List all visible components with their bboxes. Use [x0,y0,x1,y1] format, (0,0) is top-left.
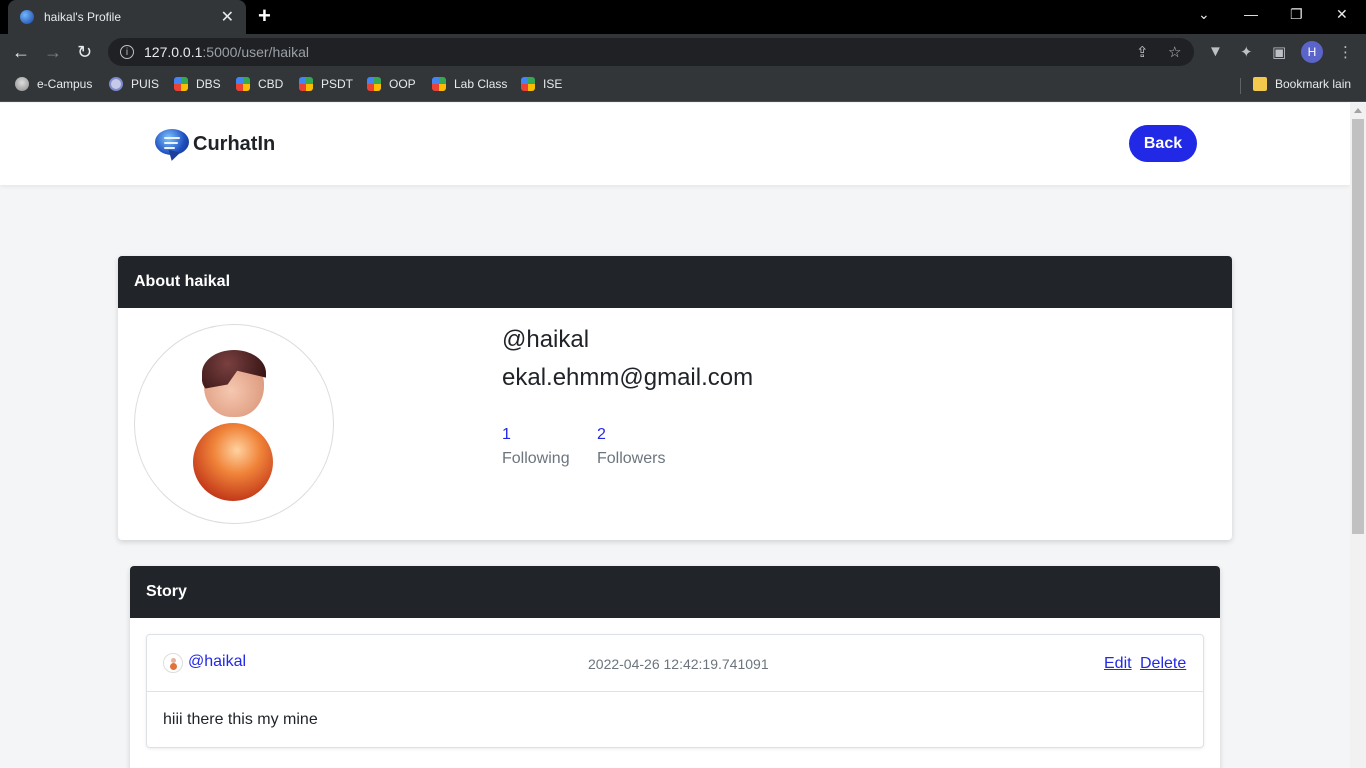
url-text[interactable]: 127.0.0.1:5000/user/haikal [144,44,309,60]
following-stat[interactable]: 1 Following [502,426,570,468]
browser-tab[interactable]: haikal's Profile ✕ [8,0,246,34]
reload-icon[interactable]: ↻ [77,41,92,63]
extensions-puzzle-icon[interactable]: ✦ [1240,43,1253,61]
minimize-icon[interactable]: — [1244,6,1258,22]
followers-count[interactable]: 2 [597,426,665,444]
following-count[interactable]: 1 [502,426,570,444]
story-card: Story @haikal 2022-04-26 12:42:19.741091… [130,566,1220,768]
other-bookmarks-folder[interactable]: Bookmark lain [1253,77,1351,91]
folder-icon [1253,77,1267,91]
followers-label: Followers [597,450,666,467]
page-viewport: CurhatIn Back About haikal @haikal ekal.… [0,103,1350,768]
restore-icon[interactable]: ❐ [1290,6,1303,23]
extension-v-icon[interactable]: ▼ [1208,43,1223,60]
tab-title: haikal's Profile [44,10,121,24]
back-button[interactable]: Back [1129,125,1197,162]
new-tab-icon[interactable]: + [258,5,271,27]
address-bar[interactable]: i 127.0.0.1:5000/user/haikal ⇪ ☆ [108,38,1194,66]
bookmark-star-icon[interactable]: ☆ [1168,43,1181,61]
post-author-avatar [163,653,183,673]
chat-bubble-logo-icon [155,127,189,163]
site-navbar: CurhatIn Back [0,103,1350,185]
meet-icon [367,77,381,91]
meet-icon [432,77,446,91]
bookmark-item[interactable]: PSDT [299,77,353,91]
following-label: Following [502,450,570,467]
tab-search-icon[interactable]: ⌄ [1198,6,1210,23]
bookmark-item[interactable]: ISE [521,77,562,91]
bookmark-item[interactable]: OOP [367,77,416,91]
meet-icon [299,77,313,91]
browser-toolbar: ← → ↻ i 127.0.0.1:5000/user/haikal ⇪ ☆ ▼… [0,34,1366,70]
story-post: @haikal 2022-04-26 12:42:19.741091 Edit … [146,634,1204,748]
profile-avatar[interactable]: H [1301,41,1323,63]
meet-icon [174,77,188,91]
meet-icon [521,77,535,91]
bookmark-item[interactable]: e-Campus [15,77,92,91]
about-card: About haikal @haikal ekal.ehmm@gmail.com… [118,256,1232,540]
about-card-header: About haikal [118,256,1232,308]
page-scrollbar[interactable] [1350,103,1366,768]
close-tab-icon[interactable]: ✕ [221,7,234,27]
bookmark-separator [1240,78,1241,94]
side-panel-icon[interactable]: ▣ [1272,43,1286,61]
brand-name: CurhatIn [193,132,276,155]
edit-post-link[interactable]: Edit [1104,655,1132,673]
forward-arrow-icon[interactable]: → [44,41,62,63]
bookmark-item[interactable]: CBD [236,77,283,91]
delete-post-link[interactable]: Delete [1140,655,1186,673]
site-favicon-icon [20,10,34,24]
profile-email: ekal.ehmm@gmail.com [502,364,754,391]
meet-icon [236,77,250,91]
post-author-link[interactable]: @haikal [188,653,246,671]
story-card-header: Story [130,566,1220,618]
puis-icon [109,77,123,91]
bookmarks-bar: e-Campus PUIS DBS CBD PSDT OOP Lab Class… [0,70,1366,102]
scrollbar-thumb[interactable] [1352,119,1364,534]
post-timestamp: 2022-04-26 12:42:19.741091 [588,656,769,672]
menu-kebab-icon[interactable]: ⋮ [1338,43,1353,61]
post-content: hiii there this my mine [163,711,318,728]
brand-link[interactable]: CurhatIn [155,127,276,163]
site-info-icon[interactable]: i [120,45,134,59]
post-header: @haikal 2022-04-26 12:42:19.741091 Edit … [147,635,1203,692]
back-arrow-icon[interactable]: ← [12,41,30,63]
bookmark-item[interactable]: PUIS [109,77,159,91]
scroll-up-icon[interactable] [1354,108,1362,113]
bookmark-item[interactable]: DBS [174,77,221,91]
profile-username: @haikal [502,326,590,353]
followers-stat[interactable]: 2 Followers [597,426,665,468]
bookmark-item[interactable]: Lab Class [432,77,507,91]
profile-avatar-image [134,324,334,524]
share-icon[interactable]: ⇪ [1136,43,1149,61]
campus-icon [15,77,29,91]
browser-tab-bar: haikal's Profile ✕ + ⌄ — ❐ ✕ [0,0,1366,34]
close-window-icon[interactable]: ✕ [1336,6,1348,23]
